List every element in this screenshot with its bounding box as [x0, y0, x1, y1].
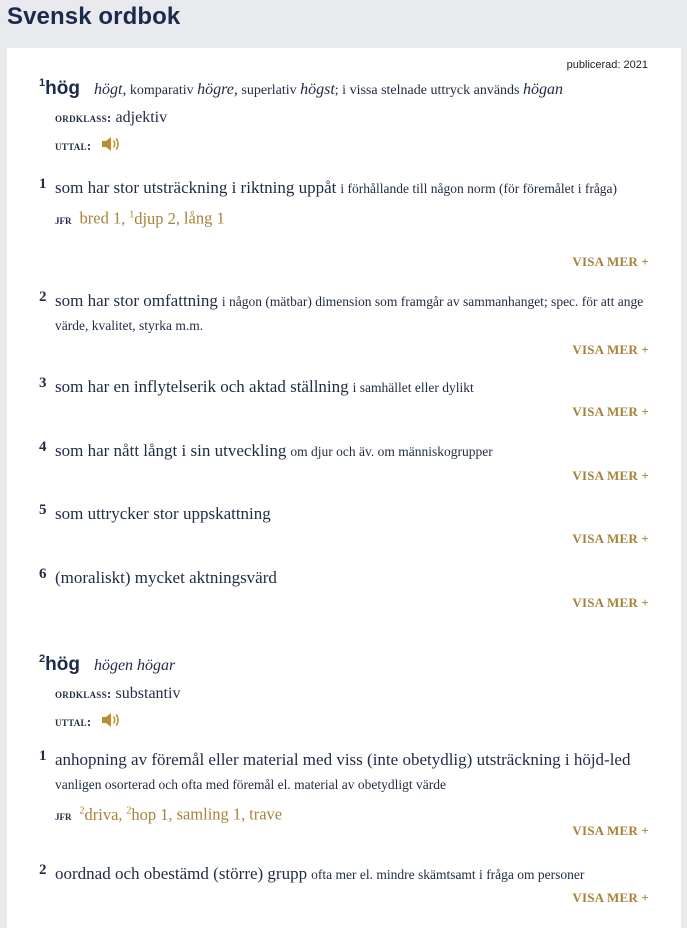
definition: som har nått långt i sin utveckling — [55, 441, 287, 460]
inflection-label: superlativ — [237, 83, 301, 98]
ordklass-row: ordklass: adjektiv — [55, 109, 167, 127]
ordklass-row: ordklass: substantiv — [55, 685, 180, 703]
inflection-form: högan — [522, 81, 563, 98]
homograph-number: 2 — [39, 653, 46, 665]
sense-body: (moraliskt) mycket aktningsvärd — [55, 566, 645, 591]
inflections: högen högar — [93, 657, 176, 674]
headword: hög — [45, 78, 80, 99]
visa-mer-button[interactable]: VISA MER + — [572, 404, 649, 420]
visa-mer-button[interactable]: VISA MER + — [572, 531, 649, 547]
xref-text: hop 1 — [131, 804, 169, 824]
sense-body: som har stor omfattning i någon (mätbar)… — [55, 289, 645, 338]
xref-link[interactable]: samling 1 — [177, 805, 242, 824]
definition-note: ofta mer el. mindre skämtsamt i fråga om… — [311, 867, 585, 882]
sense-number: 1 — [39, 176, 47, 192]
sense-number: 3 — [39, 375, 47, 391]
uttal-label: uttal: — [55, 138, 92, 154]
visa-mer-button[interactable]: VISA MER + — [572, 468, 649, 484]
definition-note: vanligen osorterad och ofta med föremål … — [55, 777, 446, 792]
inflection-label: ; i vissa stelnade uttryck används — [334, 83, 523, 98]
homograph-number: 1 — [39, 77, 46, 89]
published-date: publicerad: 2021 — [566, 59, 648, 71]
inflection-form: högt, — [93, 81, 127, 98]
separator: , — [175, 210, 184, 228]
sense-body: som har en inflytelserik och aktad ställ… — [55, 375, 645, 400]
separator: , — [241, 806, 250, 824]
definition: som uttrycker stor uppskattning — [55, 504, 271, 523]
uttal-label: uttal: — [55, 714, 92, 730]
xref-text: djup 2 — [134, 208, 176, 228]
ordklass-label: ordklass: — [55, 110, 112, 125]
sense-number: 2 — [39, 289, 47, 305]
entry-head: 2hög högen högar — [39, 653, 176, 676]
ordklass-value: substantiv — [115, 685, 181, 702]
inflection-form: högen högar — [93, 657, 176, 674]
sense-number: 1 — [39, 748, 47, 764]
sense-body: som har nått långt i sin utveckling om d… — [55, 439, 645, 464]
xref-link[interactable]: lång 1 — [184, 209, 225, 228]
separator: , — [168, 806, 177, 824]
uttal-row: uttal: — [55, 712, 121, 733]
speaker-icon[interactable] — [101, 712, 121, 733]
xref-link[interactable]: 2driva — [80, 805, 119, 824]
visa-mer-button[interactable]: VISA MER + — [572, 254, 649, 270]
definition-note: om djur och äv. om människogrupper — [290, 444, 493, 459]
uttal-row: uttal: — [55, 136, 121, 157]
sense-body: som har stor utsträckning i riktning upp… — [55, 176, 645, 232]
inflection-form: högst — [300, 81, 335, 98]
definition: (moraliskt) mycket aktningsvärd — [55, 568, 277, 587]
jfr-row: jfr 2driva, 2hop 1, samling 1, trave — [55, 799, 647, 828]
ordklass-label: ordklass: — [55, 686, 112, 701]
sense-body: som uttrycker stor uppskattning — [55, 502, 645, 527]
inflections: högt, komparativ högre, superlativ högst… — [93, 81, 563, 98]
definition: som har stor omfattning — [55, 291, 218, 310]
definition-note: i samhället eller dylikt — [352, 380, 474, 395]
xref-link[interactable]: 1djup 2 — [129, 209, 176, 228]
article-panel: publicerad: 2021 1hög högt, komparativ h… — [7, 48, 681, 928]
sense-number: 6 — [39, 566, 47, 582]
definition-note: i förhållande till någon norm (för förem… — [340, 181, 618, 196]
sense-number: 5 — [39, 502, 47, 518]
speaker-icon[interactable] — [101, 136, 121, 157]
jfr-label: jfr — [55, 211, 72, 227]
xref-link[interactable]: bred 1 — [80, 209, 122, 228]
xref-text: driva — [84, 804, 119, 824]
definition: anhopning av föremål eller material med … — [55, 750, 631, 769]
jfr-label: jfr — [55, 807, 72, 823]
xref-link[interactable]: trave — [249, 805, 282, 824]
entry-head: 1hög högt, komparativ högre, superlativ … — [39, 77, 563, 100]
definition: oordnad och obestämd (större) grupp — [55, 864, 308, 883]
sense-body: anhopning av föremål eller material med … — [55, 748, 647, 828]
definition: som har stor utsträckning i riktning upp… — [55, 178, 337, 197]
jfr-row: jfr bred 1, 1djup 2, lång 1 — [55, 203, 645, 232]
app-title: Svensk ordbok — [7, 3, 181, 30]
visa-mer-button[interactable]: VISA MER + — [572, 890, 649, 906]
ordklass-value: adjektiv — [115, 109, 168, 126]
visa-mer-button[interactable]: VISA MER + — [572, 595, 649, 611]
inflection-label: komparativ — [126, 83, 198, 98]
sense-number: 4 — [39, 439, 47, 455]
sense-number: 2 — [39, 862, 47, 878]
inflection-form: högre, — [197, 81, 238, 98]
definition: som har en inflytelserik och aktad ställ… — [55, 377, 349, 396]
visa-mer-button[interactable]: VISA MER + — [572, 823, 649, 839]
xref-link[interactable]: 2hop 1 — [126, 805, 168, 824]
headword: hög — [45, 654, 80, 675]
separator: , — [121, 210, 130, 228]
sense-body: oordnad och obestämd (större) grupp ofta… — [55, 862, 655, 887]
visa-mer-button[interactable]: VISA MER + — [572, 342, 649, 358]
